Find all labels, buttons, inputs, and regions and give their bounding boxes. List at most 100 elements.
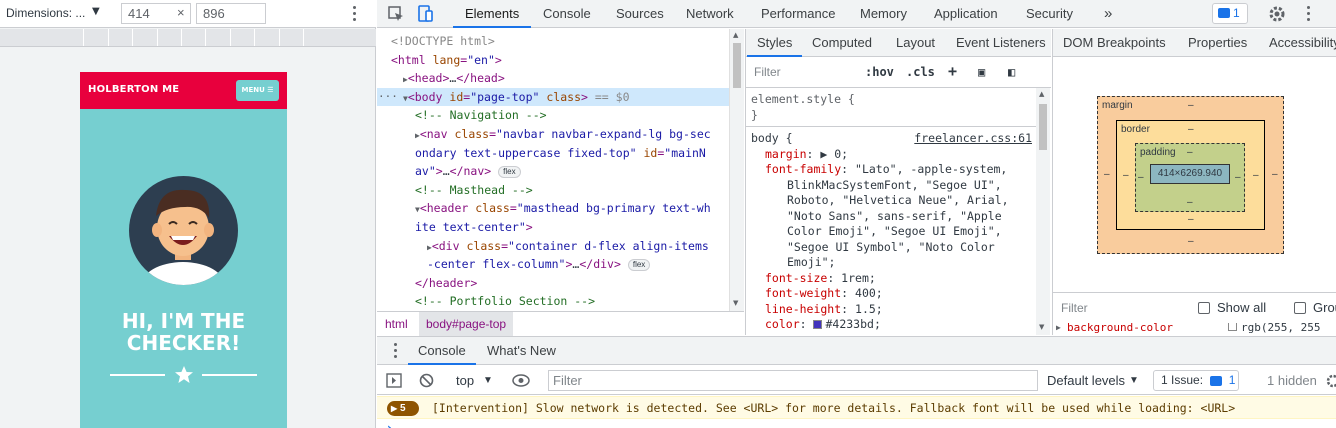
dom-node-line[interactable]: <!DOCTYPE html> [391, 32, 495, 50]
console-warning-row[interactable]: ▶ 5 [Intervention] Slow network is detec… [377, 396, 1336, 419]
customize-menu-icon[interactable] [1307, 6, 1311, 22]
css-property-value[interactable]: 1.5; [855, 302, 883, 316]
console-prompt[interactable]: › [387, 421, 392, 428]
css-property-value[interactable]: Emoji"; [787, 255, 835, 269]
border-right-value[interactable]: – [1253, 170, 1259, 181]
tab-accessibility[interactable]: Accessibility [1269, 29, 1336, 57]
console-settings-gear-icon[interactable] [1326, 374, 1336, 388]
dom-node-line[interactable]: <html lang="en"> [391, 51, 502, 69]
dom-node-line[interactable]: </header> [415, 274, 477, 292]
tab-performance[interactable]: Performance [761, 0, 835, 28]
css-declaration[interactable]: margin: ▶ 0; [751, 147, 1036, 163]
css-declaration[interactable]: line-height: 1.5; [751, 302, 1036, 318]
color-swatch[interactable] [1228, 323, 1237, 331]
css-property-value[interactable]: Roboto, "Helvetica Neue", Arial, [787, 193, 1009, 207]
context-caret-icon[interactable]: ▼ [483, 375, 493, 386]
css-declaration[interactable]: "Segoe UI Symbol", "Noto Color [751, 240, 1036, 256]
tab-computed[interactable]: Computed [812, 29, 872, 57]
border-bottom-value[interactable]: – [1188, 214, 1194, 225]
css-property-value[interactable]: #4233bd; [825, 317, 880, 331]
drawer-menu-icon[interactable] [394, 343, 398, 359]
css-declaration[interactable]: color: #4233bd; [751, 317, 1036, 333]
dom-node-line[interactable]: ▼<header class="masthead bg-primary text… [415, 199, 711, 217]
tab-styles[interactable]: Styles [746, 29, 803, 57]
toggle-sidebar-icon[interactable]: ◧ [1008, 65, 1015, 79]
css-property-name[interactable]: font-family [765, 162, 841, 176]
drawer-tab-whats-new[interactable]: What's New [487, 337, 556, 365]
dom-node-line[interactable]: av">…</nav> flex [415, 162, 521, 180]
sidebar-toggle-icon[interactable] [386, 373, 402, 388]
console-filter-input[interactable]: Filter [548, 370, 1038, 391]
group-checkbox[interactable] [1294, 302, 1306, 314]
tab-properties[interactable]: Properties [1188, 29, 1247, 57]
tab-network[interactable]: Network [686, 0, 734, 28]
margin-box[interactable]: margin – – – – border – – – – padding – … [1097, 96, 1284, 254]
padding-box[interactable]: padding – – – – 414×6269.940 [1135, 143, 1245, 212]
border-box[interactable]: border – – – – padding – – – – 414×6269.… [1116, 120, 1265, 230]
warning-count-badge[interactable]: ▶ 5 [387, 401, 419, 416]
tab-sources[interactable]: Sources [616, 0, 664, 28]
margin-top-value[interactable]: – [1188, 100, 1194, 111]
css-declaration[interactable]: Roboto, "Helvetica Neue", Arial, [751, 193, 1036, 209]
eye-icon[interactable] [512, 374, 530, 387]
padding-top-value[interactable]: – [1187, 147, 1193, 158]
margin-left-value[interactable]: – [1104, 169, 1110, 180]
log-levels-dropdown[interactable]: Default levels [1047, 373, 1125, 388]
color-swatch[interactable] [813, 320, 823, 329]
device-toolbar-icon[interactable] [415, 4, 435, 24]
cls-toggle[interactable]: .cls [906, 65, 935, 79]
css-property-name[interactable]: line-height [765, 302, 841, 316]
css-property-name[interactable]: margin [765, 147, 807, 161]
color-format-icon[interactable]: ▣ [978, 65, 985, 79]
selected-node-marker[interactable]: ··· [378, 88, 398, 106]
css-declaration[interactable]: Emoji"; [751, 255, 1036, 271]
css-property-name[interactable]: font-weight [765, 286, 841, 300]
tab-dom-breakpoints[interactable]: DOM Breakpoints [1063, 29, 1166, 57]
new-rule-icon[interactable]: + [948, 62, 957, 80]
menu-button[interactable]: MENU ☰ [236, 80, 279, 101]
dom-node-line[interactable]: ite text-center"> [415, 218, 533, 236]
context-selector[interactable]: top [456, 373, 474, 388]
scrollbar-thumb[interactable] [1039, 104, 1047, 150]
settings-gear-icon[interactable] [1267, 4, 1287, 24]
height-input[interactable]: 896 [196, 3, 266, 24]
border-top-value[interactable]: – [1188, 124, 1194, 135]
scroll-up-icon[interactable]: ▲ [1039, 90, 1044, 98]
more-options-icon[interactable] [353, 6, 357, 22]
caret-down-icon[interactable]: ▼ [92, 6, 100, 17]
show-all-checkbox[interactable] [1198, 302, 1210, 314]
css-property-value[interactable]: ▶ 0; [820, 147, 848, 161]
tab-console[interactable]: Console [543, 0, 591, 28]
clear-console-icon[interactable] [419, 373, 434, 388]
media-query-ruler[interactable] [0, 29, 376, 47]
inspect-element-icon[interactable] [386, 4, 406, 24]
body-selector[interactable]: body { [751, 131, 793, 145]
dom-node-line[interactable]: ▶<div class="container d-flex align-item… [427, 237, 709, 255]
dom-node-line[interactable]: <!-- Navigation --> [415, 106, 547, 124]
computed-property-row[interactable]: ▶ background-color rgb(255, 255 [1053, 323, 1336, 335]
css-property-value[interactable]: BlinkMacSystemFont, "Segoe UI", [787, 178, 1002, 192]
dom-node-line[interactable]: <!-- Portfolio Section --> [415, 292, 595, 310]
tab-security[interactable]: Security [1026, 0, 1073, 28]
stylesheet-link[interactable]: freelancer.css:61 [914, 131, 1032, 147]
css-declaration[interactable]: Color Emoji", "Segoe UI Emoji", [751, 224, 1036, 240]
padding-left-value[interactable]: – [1138, 172, 1144, 183]
styles-filter-input[interactable]: Filter [754, 65, 781, 79]
css-property-value[interactable]: 1rem; [841, 271, 876, 285]
expand-triangle-icon[interactable]: ▶ [1056, 323, 1061, 335]
scroll-down-icon[interactable]: ▼ [1039, 323, 1044, 331]
dom-node-line[interactable]: -center flex-column">…</div> flex [427, 255, 651, 273]
css-property-value[interactable]: 400; [855, 286, 883, 300]
scrollbar-thumb[interactable] [733, 43, 741, 88]
dom-tree-scrollbar[interactable]: ▲ ▼ [729, 29, 744, 311]
css-property-value[interactable]: Color Emoji", "Segoe UI Emoji", [787, 224, 1002, 238]
hov-toggle[interactable]: :hov [865, 65, 894, 79]
css-declaration[interactable]: font-weight: 400; [751, 286, 1036, 302]
padding-right-value[interactable]: – [1235, 172, 1241, 183]
tab-application[interactable]: Application [934, 0, 998, 28]
content-size[interactable]: 414×6269.940 [1150, 164, 1230, 184]
tab-layout[interactable]: Layout [896, 29, 935, 57]
css-declaration[interactable]: font-family: "Lato", -apple-system, [751, 162, 1036, 178]
breadcrumb-body[interactable]: body#page-top [419, 312, 514, 336]
levels-caret-icon[interactable]: ▼ [1129, 375, 1139, 386]
